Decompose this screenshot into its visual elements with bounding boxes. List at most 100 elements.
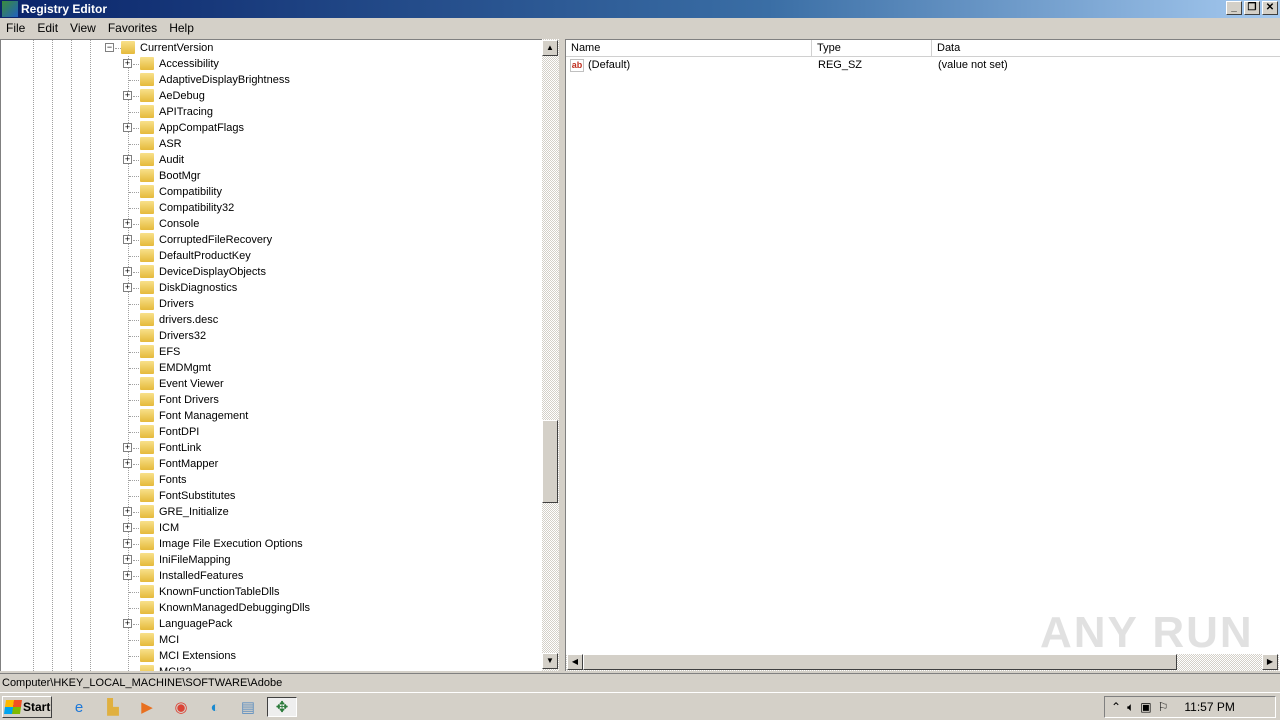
tree-node[interactable]: DefaultProductKey [1,248,541,264]
tree-node-label: Image File Execution Options [159,538,303,550]
expand-icon[interactable]: + [123,155,132,164]
expand-icon[interactable]: + [123,59,132,68]
tree-node[interactable]: + DiskDiagnostics [1,280,541,296]
internet-explorer-icon[interactable]: e [68,697,90,717]
column-header-data[interactable]: Data [932,40,1280,57]
tree-node[interactable]: Compatibility32 [1,200,541,216]
tree-node[interactable]: + FontLink [1,440,541,456]
menu-file[interactable]: File [0,21,31,35]
tree-node[interactable]: + AeDebug [1,88,541,104]
start-button[interactable]: Start [2,696,52,718]
tree-node[interactable]: MCI [1,632,541,648]
expand-icon[interactable]: + [123,219,132,228]
media-player-icon[interactable]: ▶ [136,697,158,717]
menu-view[interactable]: View [64,21,102,35]
tree-node[interactable]: APITracing [1,104,541,120]
tree-node-label: KnownManagedDebuggingDlls [159,602,311,614]
tree-node[interactable]: + GRE_Initialize [1,504,541,520]
scroll-right-button[interactable]: ▶ [1262,654,1278,670]
tree-node-currentversion[interactable]: − CurrentVersion [1,40,541,56]
tree-node[interactable]: FontSubstitutes [1,488,541,504]
expand-icon[interactable]: + [123,523,132,532]
registry-editor-icon[interactable]: ✥ [267,697,297,717]
tree-node[interactable]: + Accessibility [1,56,541,72]
values-list[interactable]: Name Type Data ab (Default) REG_SZ (valu… [565,39,1280,671]
registry-tree[interactable]: − CurrentVersion + Accessibility AdaptiveD… [0,39,542,671]
scroll-down-button[interactable]: ▼ [542,653,558,669]
tree-node[interactable]: MCI Extensions [1,648,541,664]
scroll-thumb[interactable] [542,420,558,503]
tree-node[interactable]: EFS [1,344,541,360]
expand-icon[interactable]: + [123,555,132,564]
tree-node[interactable]: + ICM [1,520,541,536]
tree-node[interactable]: + Audit [1,152,541,168]
show-hidden-icons[interactable]: ⌃ [1111,700,1121,714]
tree-node[interactable]: EMDMgmt [1,360,541,376]
tree-node[interactable]: MCI32 [1,664,541,671]
tree-node[interactable]: + InstalledFeatures [1,568,541,584]
minimize-button[interactable]: _ [1226,1,1242,15]
tree-node[interactable]: + IniFileMapping [1,552,541,568]
tree-node[interactable]: Font Drivers [1,392,541,408]
expand-icon[interactable]: + [123,507,132,516]
tree-node[interactable]: Compatibility [1,184,541,200]
tree-node[interactable]: AdaptiveDisplayBrightness [1,72,541,88]
expand-icon[interactable]: + [123,235,132,244]
tree-node[interactable]: Event Viewer [1,376,541,392]
tree-node[interactable]: ASR [1,136,541,152]
tree-node[interactable]: + DeviceDisplayObjects [1,264,541,280]
tree-node[interactable]: Drivers32 [1,328,541,344]
expand-icon[interactable]: + [123,539,132,548]
expand-icon[interactable]: + [123,571,132,580]
tree-node[interactable]: Drivers [1,296,541,312]
expand-icon[interactable]: + [123,619,132,628]
value-row[interactable]: ab (Default) REG_SZ (value not set) [566,58,1280,74]
tree-node[interactable]: Fonts [1,472,541,488]
action-center-flag-icon[interactable]: ⚐ [1158,700,1169,714]
tree-connector [129,592,139,593]
tree-node[interactable]: + CorruptedFileRecovery [1,232,541,248]
tree-node[interactable]: + AppCompatFlags [1,120,541,136]
tree-vertical-scrollbar[interactable]: ▲ ▼ [542,39,559,671]
menu-favorites[interactable]: Favorites [102,21,163,35]
tree-node[interactable]: KnownFunctionTableDlls [1,584,541,600]
clock[interactable]: 11:57 PM [1184,700,1234,714]
tree-node[interactable]: BootMgr [1,168,541,184]
list-horizontal-scrollbar[interactable]: ◀ ▶ [566,654,1279,671]
chrome-icon[interactable]: ◉ [170,697,192,717]
tree-connector [129,368,139,369]
edge-icon[interactable]: ◐ [204,697,226,717]
volume-icon[interactable]: 🔈︎ [1127,700,1134,715]
collapse-icon[interactable]: − [105,43,114,52]
tree-node[interactable]: + Image File Execution Options [1,536,541,552]
expand-icon[interactable]: + [123,459,132,468]
expand-icon[interactable]: + [123,123,132,132]
tree-node[interactable]: Font Management [1,408,541,424]
file-explorer-icon[interactable]: ▙ [102,697,124,717]
scroll-left-button[interactable]: ◀ [567,654,583,670]
expand-icon[interactable]: + [123,283,132,292]
scroll-thumb-horizontal[interactable] [583,654,1177,670]
network-warning-icon[interactable]: ▣ [1140,700,1151,714]
notepad-icon[interactable]: ▤ [234,697,262,717]
tree-node[interactable]: + FontMapper [1,456,541,472]
tree-node[interactable]: FontDPI [1,424,541,440]
tree-node[interactable]: + LanguagePack [1,616,541,632]
expand-icon[interactable]: + [123,91,132,100]
restore-button[interactable]: ❐ [1244,1,1260,15]
scroll-up-button[interactable]: ▲ [542,40,558,56]
expand-icon[interactable]: + [123,443,132,452]
tree-connector [129,640,139,641]
tree-node-label: EMDMgmt [159,362,211,374]
close-button[interactable]: ✕ [1262,1,1278,15]
column-header-name[interactable]: Name [566,40,812,57]
menu-help[interactable]: Help [163,21,200,35]
menu-edit[interactable]: Edit [31,21,64,35]
column-header-type[interactable]: Type [812,40,932,57]
tree-node[interactable]: drivers.desc [1,312,541,328]
expand-icon[interactable]: + [123,267,132,276]
folder-icon [140,73,154,86]
tree-node[interactable]: + Console [1,216,541,232]
tree-node[interactable]: KnownManagedDebuggingDlls [1,600,541,616]
folder-icon [140,617,154,630]
